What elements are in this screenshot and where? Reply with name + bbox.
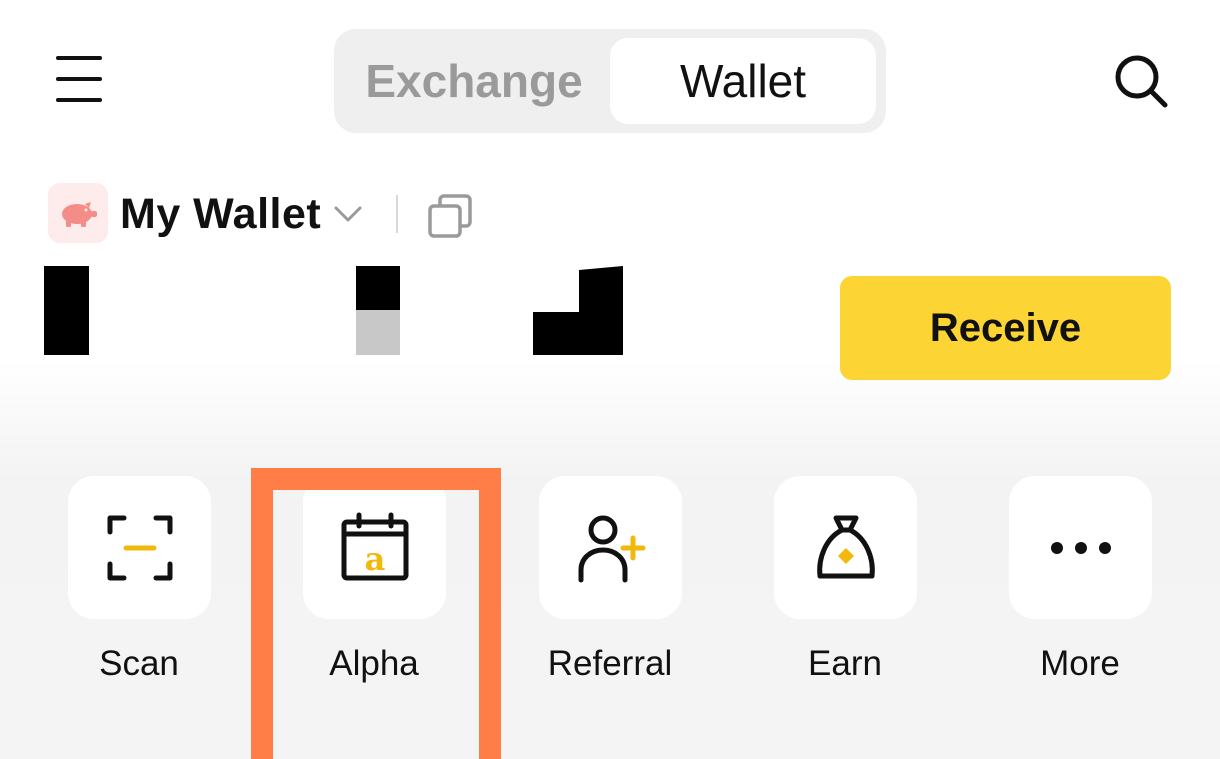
money-bag-icon bbox=[816, 515, 875, 578]
menu-line bbox=[56, 56, 102, 60]
svg-text:a: a bbox=[364, 540, 385, 578]
wallet-name: My Wallet bbox=[120, 189, 322, 238]
redacted-balance bbox=[356, 310, 400, 355]
earn-button[interactable] bbox=[774, 476, 917, 619]
shortcut-label-earn: Earn bbox=[808, 644, 882, 683]
wallet-avatar bbox=[48, 183, 108, 243]
hamburger-menu-icon[interactable] bbox=[56, 56, 102, 102]
piggy-bank-icon bbox=[62, 202, 97, 227]
redacted-balance bbox=[44, 266, 89, 355]
alpha-button[interactable]: a bbox=[303, 476, 446, 619]
scan-button[interactable] bbox=[68, 476, 211, 619]
redacted-balance bbox=[356, 266, 400, 310]
shortcut-label-referral: Referral bbox=[547, 644, 673, 683]
receive-button[interactable]: Receive bbox=[840, 276, 1171, 380]
alpha-calendar-icon: a bbox=[341, 512, 408, 580]
search-icon[interactable] bbox=[1112, 52, 1170, 110]
more-button[interactable] bbox=[1009, 476, 1152, 619]
redacted-balance bbox=[533, 266, 623, 355]
wallet-selector[interactable]: My Wallet bbox=[120, 186, 363, 242]
copy-icon[interactable] bbox=[426, 192, 474, 240]
tab-wallet[interactable]: Wallet bbox=[610, 38, 876, 124]
menu-line bbox=[56, 98, 102, 102]
shortcut-label-scan: Scan bbox=[99, 644, 179, 683]
shortcut-label-more: More bbox=[1040, 644, 1120, 683]
add-user-icon bbox=[578, 515, 645, 582]
referral-button[interactable] bbox=[539, 476, 682, 619]
tab-exchange[interactable]: Exchange bbox=[334, 38, 614, 124]
exchange-wallet-switch: Exchange Wallet bbox=[334, 29, 886, 133]
divider bbox=[396, 195, 398, 233]
chevron-down-icon bbox=[334, 206, 362, 222]
shortcut-label-alpha: Alpha bbox=[329, 644, 419, 683]
more-dots-icon bbox=[1050, 541, 1111, 554]
scan-icon bbox=[107, 515, 172, 580]
menu-line bbox=[56, 77, 102, 81]
